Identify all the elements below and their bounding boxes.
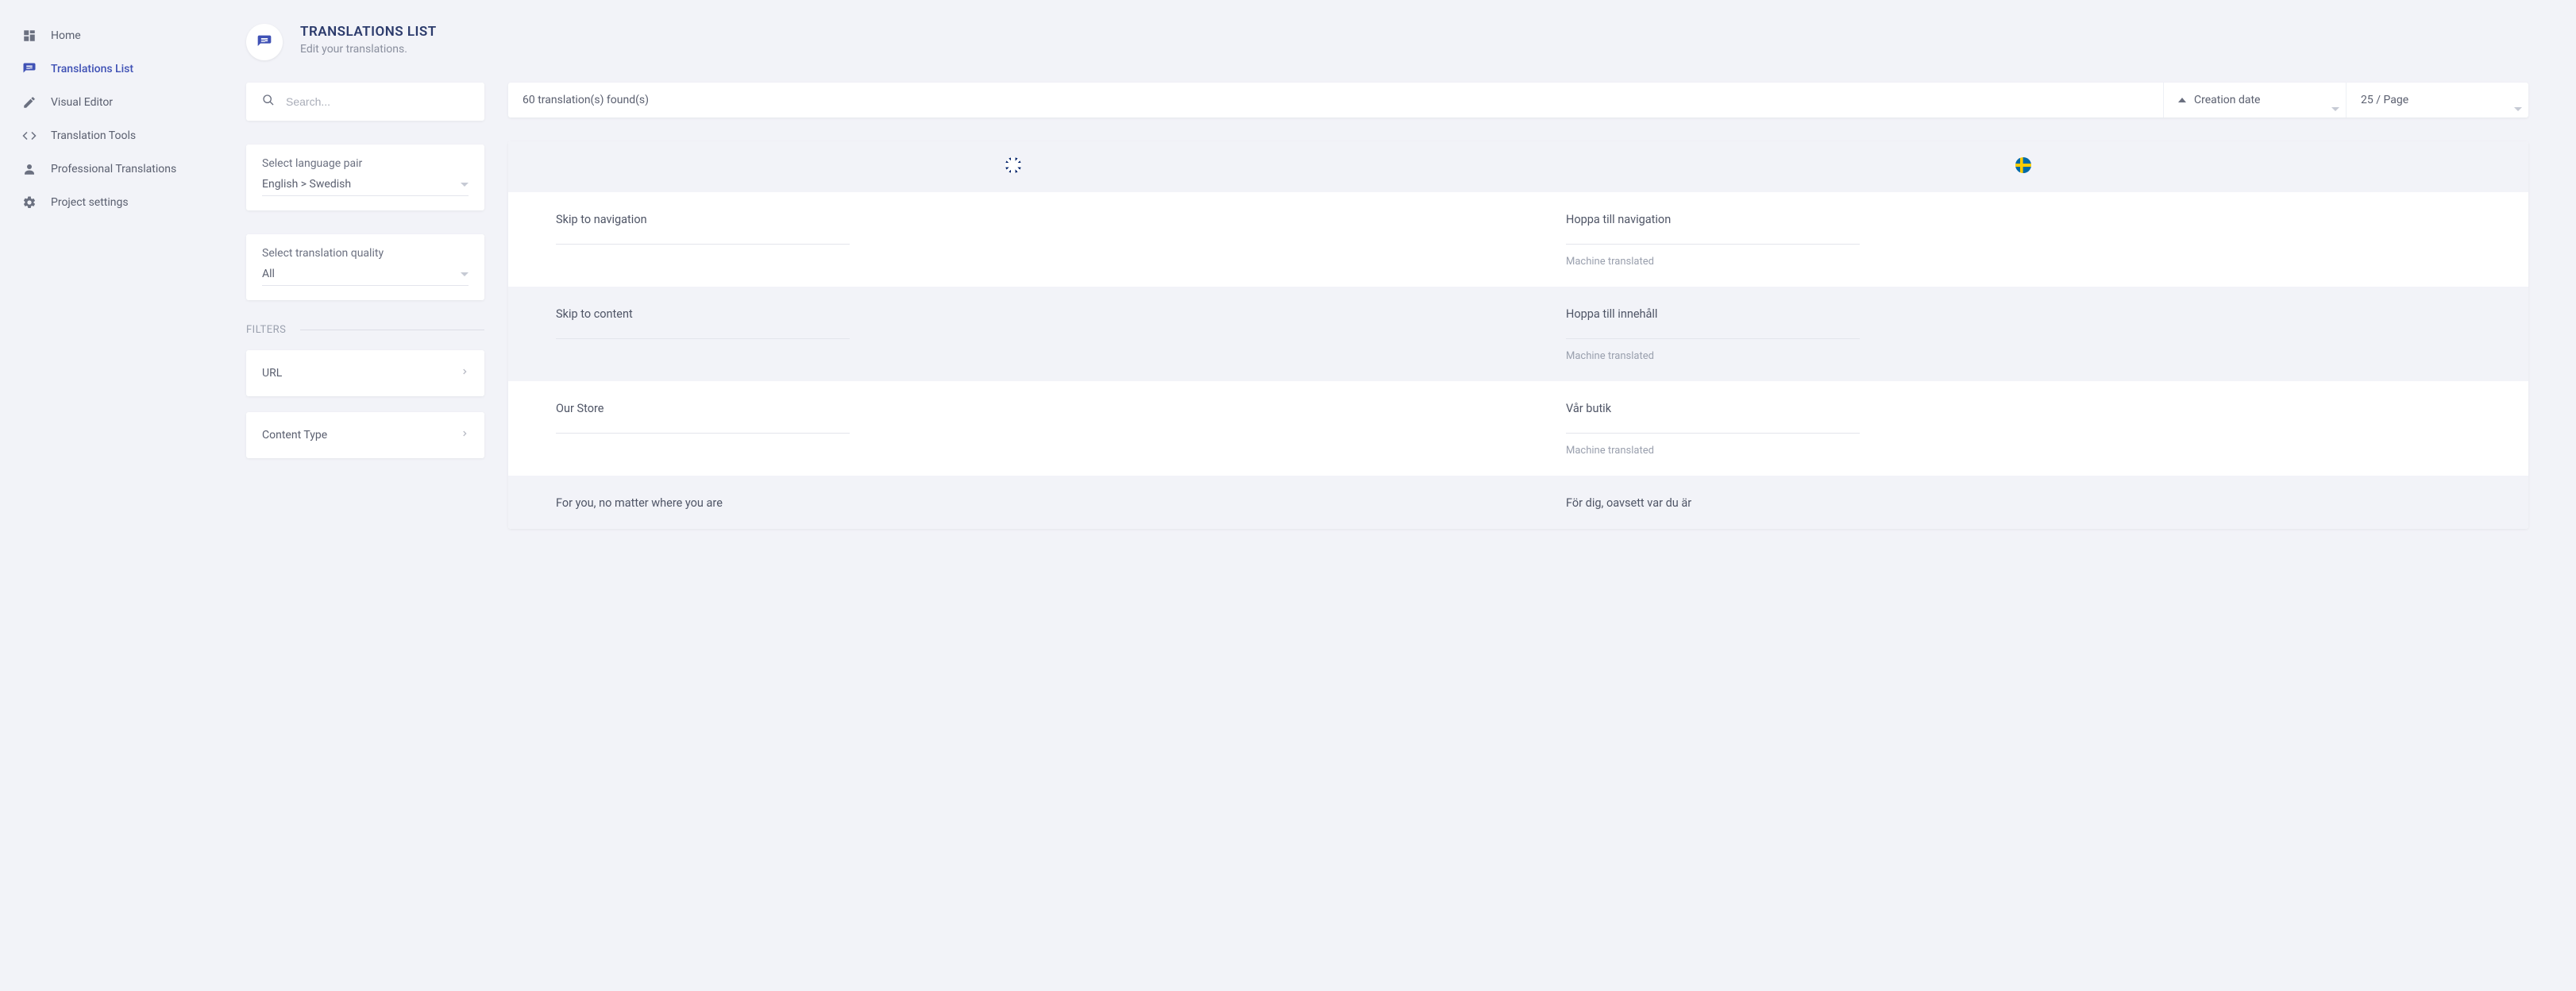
quality-value: All (262, 268, 275, 280)
divider (556, 244, 850, 245)
source-text: For you, no matter where you are (556, 496, 1471, 510)
translation-meta: Machine translated (1566, 445, 2481, 457)
target-text: Vår butik (1566, 402, 2481, 415)
results-count: 60 translation(s) found(s) (508, 83, 2163, 118)
nav-label: Visual Editor (51, 96, 113, 109)
chat-list-icon (22, 62, 37, 76)
target-text: Hoppa till navigation (1566, 213, 2481, 226)
language-pair-label: Select language pair (262, 157, 469, 170)
language-pair-card: Select language pair English > Swedish (246, 145, 484, 210)
translation-meta: Machine translated (1566, 256, 2481, 268)
nav-label: Translations List (51, 63, 133, 75)
divider (1566, 244, 1860, 245)
target-text: För dig, oavsett var du är (1566, 496, 2481, 510)
table-row[interactable]: Our Store Vår butik Machine translated (508, 381, 2528, 476)
search-input[interactable] (286, 95, 469, 108)
dropdown-icon (461, 183, 469, 187)
source-text: Skip to content (556, 307, 1471, 321)
nav-label: Project settings (51, 196, 129, 209)
search-icon (262, 94, 275, 110)
filter-content-type-label: Content Type (262, 429, 327, 442)
nav-translation-tools[interactable]: Translation Tools (0, 119, 222, 152)
chevron-right-icon (461, 428, 469, 442)
edit-note-icon (22, 95, 37, 110)
quality-card: Select translation quality All (246, 234, 484, 300)
dropdown-icon (2514, 107, 2522, 111)
results-toolbar: 60 translation(s) found(s) Creation date… (508, 83, 2528, 118)
code-icon (22, 129, 37, 143)
filter-content-type[interactable]: Content Type (246, 412, 484, 458)
search-card (246, 83, 484, 121)
quality-label: Select translation quality (262, 247, 469, 260)
page-subtitle: Edit your translations. (300, 43, 437, 56)
dropdown-icon (461, 272, 469, 276)
dashboard-icon (22, 29, 37, 43)
nav-label: Professional Translations (51, 163, 176, 175)
filter-url[interactable]: URL (246, 350, 484, 396)
gear-icon (22, 195, 37, 210)
flag-se-icon (2015, 157, 2031, 173)
nav-label: Translation Tools (51, 129, 136, 142)
sort-value: Creation date (2194, 94, 2260, 106)
target-text: Hoppa till innehåll (1566, 307, 2481, 321)
filters-heading: FILTERS (246, 324, 484, 336)
person-icon (22, 162, 37, 176)
language-pair-select[interactable]: English > Swedish (262, 178, 469, 196)
divider (1566, 338, 1860, 339)
table-header (508, 141, 2528, 192)
main-content: TRANSLATIONS LIST Edit your translations… (222, 0, 2576, 991)
nav-project-settings[interactable]: Project settings (0, 186, 222, 219)
nav-home[interactable]: Home (0, 19, 222, 52)
sidebar: Home Translations List Visual Editor Tra… (0, 0, 222, 991)
nav-label: Home (51, 29, 81, 42)
dropdown-icon (2331, 107, 2339, 111)
source-text: Skip to navigation (556, 213, 1471, 226)
page-size-select[interactable]: 25 / Page (2346, 83, 2528, 118)
nav-translations-list[interactable]: Translations List (0, 52, 222, 86)
nav-visual-editor[interactable]: Visual Editor (0, 86, 222, 119)
page-header: TRANSLATIONS LIST Edit your translations… (246, 24, 2528, 60)
table-row[interactable]: Skip to content Hoppa till innehåll Mach… (508, 287, 2528, 381)
divider (556, 338, 850, 339)
filter-url-label: URL (262, 367, 282, 380)
table-row[interactable]: For you, no matter where you are För dig… (508, 476, 2528, 529)
nav-professional-translations[interactable]: Professional Translations (0, 152, 222, 186)
source-text: Our Store (556, 402, 1471, 415)
page-title: TRANSLATIONS LIST (300, 24, 437, 40)
translations-table: Skip to navigation Hoppa till navigation… (508, 141, 2528, 529)
quality-select[interactable]: All (262, 268, 469, 286)
divider (1566, 433, 1860, 434)
divider (556, 433, 850, 434)
language-pair-value: English > Swedish (262, 178, 351, 191)
sort-select[interactable]: Creation date (2163, 83, 2346, 118)
sort-asc-icon (2178, 98, 2186, 102)
header-chat-icon (246, 24, 283, 60)
table-row[interactable]: Skip to navigation Hoppa till navigation… (508, 192, 2528, 287)
chevron-right-icon (461, 366, 469, 380)
flag-uk-icon (1005, 157, 1021, 173)
translation-meta: Machine translated (1566, 350, 2481, 362)
page-size-value: 25 / Page (2361, 94, 2408, 106)
